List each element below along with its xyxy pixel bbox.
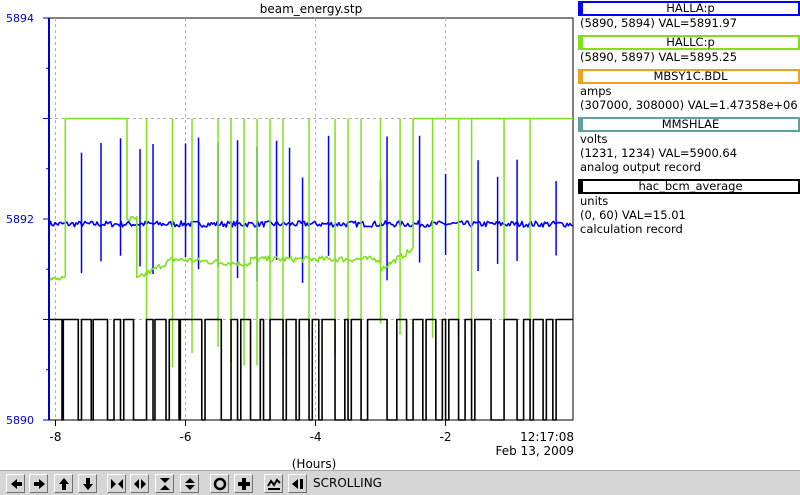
mode-label: SCROLLING <box>313 476 382 490</box>
arrow-up-icon <box>59 478 69 490</box>
end-button[interactable] <box>288 474 307 493</box>
plus-button[interactable] <box>234 474 253 493</box>
x-tick-label: -2 <box>440 430 452 444</box>
auto-scale-button[interactable] <box>264 474 283 493</box>
legend-detail: (5890, 5897) VAL=5895.25 <box>580 50 738 64</box>
arrow-up-button[interactable] <box>54 474 73 493</box>
toolbar: SCROLLING <box>0 470 800 495</box>
y-tick-label: 5892 <box>6 213 34 226</box>
legend-entry-mbsy1c-bdl[interactable]: MBSY1C.BDL <box>578 69 800 84</box>
end-icon <box>292 479 303 489</box>
legend-entry-hac-bcm-average[interactable]: hac_bcm_average <box>578 179 800 194</box>
shrink-vertical-icon <box>160 478 170 490</box>
arrow-left-icon <box>11 479 22 489</box>
arrow-right-button[interactable] <box>29 474 48 493</box>
legend-entry-mmshlae[interactable]: MMSHLAE <box>578 117 800 132</box>
y-tick-label: 5894 <box>6 12 34 25</box>
legend-entry-hallc-p[interactable]: HALLC:p <box>578 35 800 50</box>
shrink-horizontal-icon <box>111 479 123 489</box>
strip-chart: -8 -6 -4 -2 5894 5892 5890 beam_energy.stp (Ho… <box>6 2 575 470</box>
legend-detail: (307000, 308000) VAL=1.47358e+06 <box>580 98 798 112</box>
legend-detail: (1231, 1234) VAL=5900.64 <box>580 146 738 160</box>
legend-detail: (5890, 5894) VAL=5891.97 <box>580 16 738 30</box>
x-tick-label: -4 <box>310 430 322 444</box>
legend-detail: amps <box>580 84 612 98</box>
legend-detail: units <box>580 194 609 208</box>
shrink-vertical-button[interactable] <box>155 474 174 493</box>
circle-icon <box>213 477 227 491</box>
expand-vertical-icon <box>185 478 195 490</box>
expand-vertical-button[interactable] <box>180 474 199 493</box>
legend-panel: HALLA:p (5890, 5894) VAL=5891.97 HALLC:p (5… <box>578 0 800 240</box>
legend-detail: calculation record <box>580 222 683 236</box>
shrink-horizontal-button[interactable] <box>107 474 126 493</box>
x-tick-label: -8 <box>50 430 62 444</box>
expand-horizontal-icon <box>134 479 146 489</box>
arrow-down-icon <box>83 478 93 490</box>
chart-title: beam_energy.stp <box>260 2 363 16</box>
legend-entry-halla-p[interactable]: HALLA:p <box>578 1 800 16</box>
arrow-right-icon <box>34 479 45 489</box>
time-label: 12:17:08 <box>520 430 574 444</box>
legend-detail: (0, 60) VAL=15.01 <box>580 208 686 222</box>
arrow-left-button[interactable] <box>6 474 25 493</box>
plus-icon <box>238 478 250 490</box>
arrow-down-button[interactable] <box>78 474 97 493</box>
expand-horizontal-button[interactable] <box>130 474 149 493</box>
y-tick-label: 5890 <box>6 414 34 427</box>
x-axis-label: (Hours) <box>292 457 337 470</box>
auto-scale-icon <box>267 478 281 490</box>
legend-detail: analog output record <box>580 160 701 174</box>
date-label: Feb 13, 2009 <box>496 444 575 458</box>
x-tick-label: -6 <box>180 430 192 444</box>
legend-detail: volts <box>580 132 608 146</box>
circle-button[interactable] <box>210 474 229 493</box>
